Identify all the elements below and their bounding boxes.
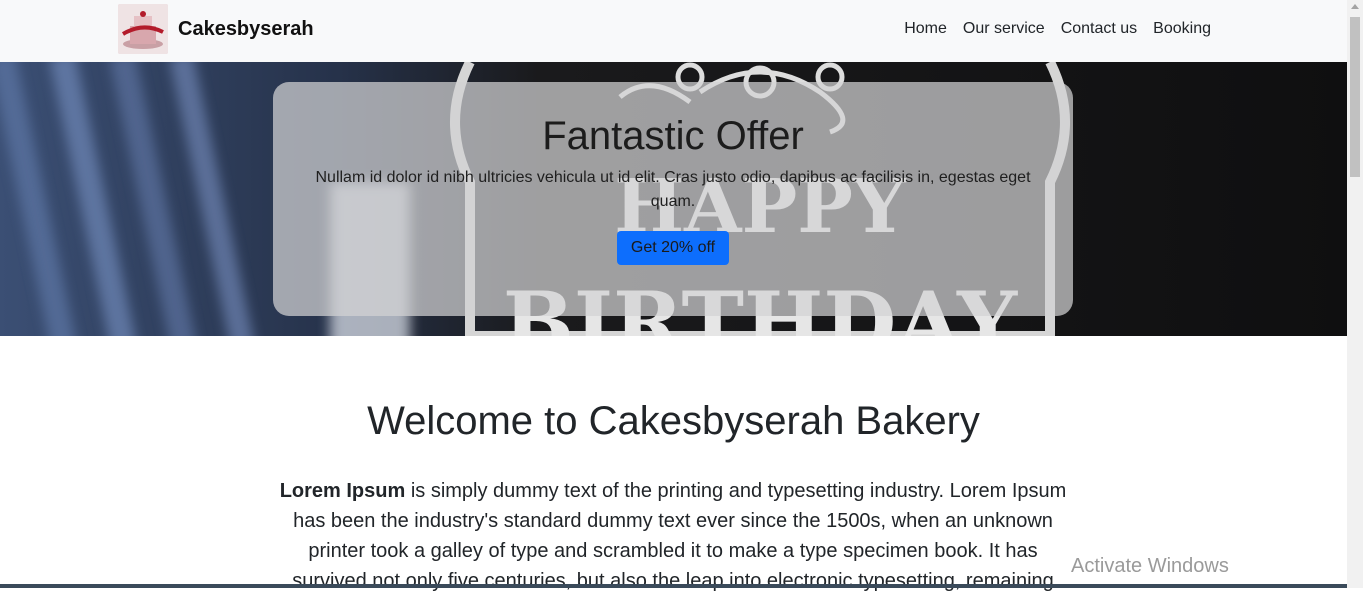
brand-name[interactable]: Cakesbyserah — [178, 18, 314, 41]
nav-links: Home Our service Contact us Booking — [896, 20, 1219, 38]
welcome-body-text: is simply dummy text of the printing and… — [292, 480, 1067, 592]
scrollbar-thumb[interactable] — [1350, 17, 1360, 177]
page-scrollbar[interactable] — [1347, 0, 1363, 588]
get-discount-button[interactable]: Get 20% off — [616, 231, 730, 265]
navbar: Cakesbyserah Home Our service Contact us… — [0, 0, 1347, 62]
taskbar-edge — [0, 584, 1347, 588]
nav-link-home[interactable]: Home — [896, 20, 955, 38]
welcome-paragraph: Lorem Ipsum is simply dummy text of the … — [272, 476, 1074, 596]
offer-title: Fantastic Offer — [542, 114, 804, 158]
welcome-title: Welcome to Cakesbyserah Bakery — [367, 399, 980, 443]
hero-banner: HAPPY BIRTHDAY Fantastic Offer Nullam id… — [0, 62, 1347, 336]
brand-logo[interactable] — [118, 4, 168, 54]
brand[interactable]: Cakesbyserah — [118, 4, 314, 54]
offer-description: Nullam id dolor id nibh ultricies vehicu… — [315, 169, 1031, 210]
scroll-up-arrow-icon[interactable] — [1351, 4, 1359, 9]
nav-link-contact-us[interactable]: Contact us — [1053, 20, 1145, 38]
activate-windows-watermark: Activate Windows — [1071, 555, 1229, 577]
offer-card: Fantastic Offer Nullam id dolor id nibh … — [273, 82, 1073, 316]
nav-link-booking[interactable]: Booking — [1145, 20, 1219, 38]
nav-link-our-service[interactable]: Our service — [955, 20, 1053, 38]
welcome-bold-phrase: Lorem Ipsum — [279, 480, 406, 502]
